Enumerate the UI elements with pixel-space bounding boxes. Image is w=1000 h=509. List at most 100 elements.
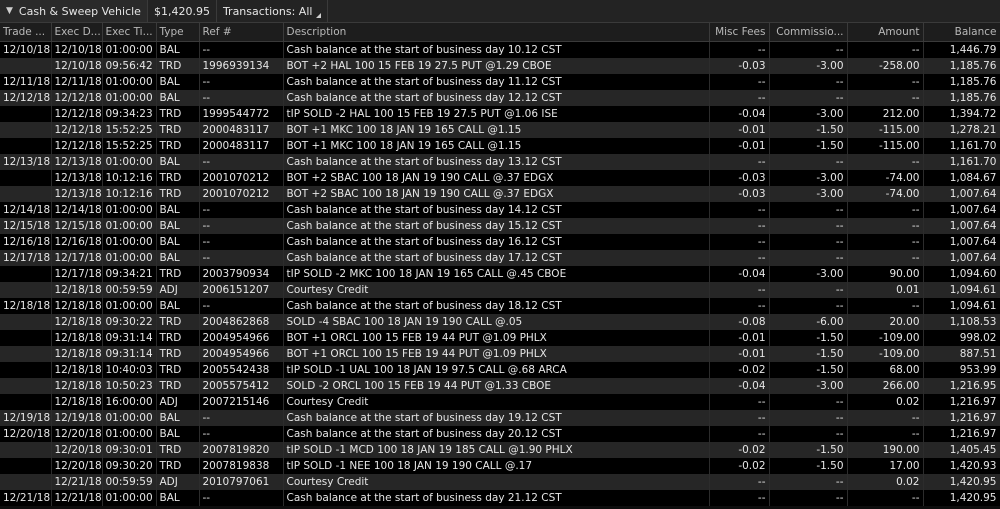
table-row[interactable]: 12/12/18 12/12/18 01:00:00 BAL -- Cash balanc… (0, 90, 1000, 106)
cell-exec-time: 09:30:01 (102, 442, 157, 458)
cell-misc-fees: -- (709, 41, 770, 58)
column-header-trade-date[interactable]: Trade ... (0, 23, 52, 42)
cell-trade-date (0, 458, 52, 474)
table-row[interactable]: 12/10/18 09:56:42 TRD 1996939134 BOT +2 HAL … (0, 58, 1000, 74)
table-row[interactable]: 12/20/18 12/20/18 01:00:00 BAL -- Cash balanc… (0, 426, 1000, 442)
cell-balance: 1,216.97 (923, 394, 1000, 410)
cell-exec-date: 12/19/18 (51, 410, 103, 426)
column-header-misc-fees[interactable]: Misc Fees (709, 23, 770, 42)
column-header-balance[interactable]: Balance (923, 23, 1000, 42)
cell-exec-time: 09:34:23 (102, 106, 157, 122)
table-row[interactable]: 12/12/18 15:52:25 TRD 2000483117 BOT +1 MKC … (0, 138, 1000, 154)
table-row[interactable]: 12/21/18 12/21/18 01:00:00 BAL -- Cash balanc… (0, 490, 1000, 506)
cell-exec-time: 10:12:16 (102, 170, 157, 186)
cell-description: BOT +2 SBAC 100 18 JAN 19 190 CALL @.37 … (283, 170, 710, 186)
table-row[interactable]: 12/11/18 12/11/18 01:00:00 BAL -- Cash balanc… (0, 74, 1000, 90)
cell-ref: 2007819820 (199, 442, 284, 458)
table-row[interactable]: 12/18/18 10:40:03 TRD 2005542438 tIP SOLD -1… (0, 362, 1000, 378)
column-header-exec-date[interactable]: Exec D... (51, 23, 103, 42)
cell-commission: -3.00 (769, 266, 848, 282)
cell-exec-date: 12/20/18 (51, 458, 103, 474)
table-row[interactable]: 12/18/18 16:00:00 ADJ 2007215146 Courtesy Cr… (0, 394, 1000, 410)
cell-misc-fees: -0.01 (709, 330, 770, 346)
cell-misc-fees: -- (709, 298, 770, 314)
cell-commission: -- (769, 74, 848, 90)
cell-misc-fees: -0.01 (709, 346, 770, 362)
table-row[interactable]: 12/16/18 12/16/18 01:00:00 BAL -- Cash balanc… (0, 234, 1000, 250)
cell-balance: 1,007.64 (923, 218, 1000, 234)
cell-commission: -3.00 (769, 106, 848, 122)
column-header-commission[interactable]: Commissio... (769, 23, 848, 42)
cell-description: Courtesy Credit (283, 394, 710, 410)
column-header-exec-time[interactable]: Exec Ti... (102, 23, 157, 42)
cell-trade-date (0, 362, 52, 378)
cell-commission: -3.00 (769, 170, 848, 186)
cell-exec-date: 12/18/18 (51, 346, 103, 362)
cell-trade-date: 12/21/18 (0, 490, 52, 506)
cell-amount: -- (847, 298, 924, 314)
cell-trade-date (0, 122, 52, 138)
cell-trade-date (0, 330, 52, 346)
table-row[interactable]: 12/21/18 00:59:59 ADJ 2010797061 Courtesy Cr… (0, 474, 1000, 490)
column-header-ref[interactable]: Ref # (199, 23, 284, 42)
cell-amount: -115.00 (847, 122, 924, 138)
cell-commission: -- (769, 218, 848, 234)
cell-commission: -- (769, 282, 848, 298)
transactions-filter[interactable]: Transactions: All (217, 0, 329, 22)
cell-exec-date: 12/12/18 (51, 106, 103, 122)
table-row[interactable]: 12/18/18 10:50:23 TRD 2005575412 SOLD -2 ORC… (0, 378, 1000, 394)
cell-amount: -- (847, 74, 924, 90)
table-row[interactable]: 12/19/18 12/19/18 01:00:00 BAL -- Cash balanc… (0, 410, 1000, 426)
table-row[interactable]: 12/18/18 00:59:59 ADJ 2006151207 Courtesy Cr… (0, 282, 1000, 298)
cell-ref: -- (199, 410, 284, 426)
cell-amount: 20.00 (847, 314, 924, 330)
chevron-down-icon: ▼ (6, 6, 13, 16)
cell-misc-fees: -0.03 (709, 58, 770, 74)
cell-misc-fees: -0.03 (709, 186, 770, 202)
cell-exec-time: 15:52:25 (102, 122, 157, 138)
cell-type: ADJ (156, 394, 200, 410)
column-header-description[interactable]: Description (283, 23, 710, 42)
table-row[interactable]: 12/13/18 10:12:16 TRD 2001070212 BOT +2 SBAC… (0, 170, 1000, 186)
cell-type: BAL (156, 74, 200, 90)
table-row[interactable]: 12/20/18 09:30:01 TRD 2007819820 tIP SOLD -1… (0, 442, 1000, 458)
table-row[interactable]: 12/12/18 15:52:25 TRD 2000483117 BOT +1 MKC … (0, 122, 1000, 138)
table-row[interactable]: 12/15/18 12/15/18 01:00:00 BAL -- Cash balanc… (0, 218, 1000, 234)
table-row[interactable]: 12/18/18 09:30:22 TRD 2004862868 SOLD -4 SBA… (0, 314, 1000, 330)
cell-commission: -1.50 (769, 138, 848, 154)
column-header-type[interactable]: Type (156, 23, 200, 42)
cell-type: BAL (156, 41, 200, 58)
cell-commission: -- (769, 202, 848, 218)
cell-type: TRD (156, 346, 200, 362)
cell-ref: 2004954966 (199, 346, 284, 362)
cell-ref: 2007819838 (199, 458, 284, 474)
table-row[interactable]: 12/17/18 12/17/18 01:00:00 BAL -- Cash balanc… (0, 250, 1000, 266)
cell-exec-time: 09:31:14 (102, 330, 157, 346)
cell-amount: 0.02 (847, 474, 924, 490)
table-row[interactable]: 12/13/18 10:12:16 TRD 2001070212 BOT +2 SBAC… (0, 186, 1000, 202)
table-row[interactable]: 12/13/18 12/13/18 01:00:00 BAL -- Cash balanc… (0, 154, 1000, 170)
table-row[interactable]: 12/10/18 12/10/18 01:00:00 BAL -- Cash balanc… (0, 41, 1000, 58)
table-row[interactable]: 12/12/18 09:34:23 TRD 1999544772 tIP SOLD -2… (0, 106, 1000, 122)
cell-amount: -- (847, 41, 924, 58)
cell-type: TRD (156, 106, 200, 122)
cell-description: tIP SOLD -1 UAL 100 18 JAN 19 97.5 CALL … (283, 362, 710, 378)
cell-exec-time: 09:56:42 (102, 58, 157, 74)
cell-balance: 1,216.95 (923, 378, 1000, 394)
dropdown-corner-icon (316, 12, 322, 18)
cell-type: TRD (156, 122, 200, 138)
cell-balance: 1,161.70 (923, 138, 1000, 154)
table-row[interactable]: 12/18/18 12/18/18 01:00:00 BAL -- Cash balanc… (0, 298, 1000, 314)
cell-trade-date (0, 346, 52, 362)
table-row[interactable]: 12/18/18 09:31:14 TRD 2004954966 BOT +1 ORCL… (0, 330, 1000, 346)
table-row[interactable]: 12/18/18 09:31:14 TRD 2004954966 BOT +1 ORCL… (0, 346, 1000, 362)
table-row[interactable]: 12/17/18 09:34:21 TRD 2003790934 tIP SOLD -2… (0, 266, 1000, 282)
table-row[interactable]: 12/20/18 09:30:20 TRD 2007819838 tIP SOLD -1… (0, 458, 1000, 474)
cell-ref: 2001070212 (199, 186, 284, 202)
column-header-amount[interactable]: Amount (847, 23, 924, 42)
transactions-filter-label: Transactions: All (222, 4, 313, 18)
cell-type: BAL (156, 490, 200, 506)
account-selector[interactable]: ▼ Cash & Sweep Vehicle (0, 0, 148, 22)
cell-exec-time: 09:34:21 (102, 266, 157, 282)
table-row[interactable]: 12/14/18 12/14/18 01:00:00 BAL -- Cash balanc… (0, 202, 1000, 218)
